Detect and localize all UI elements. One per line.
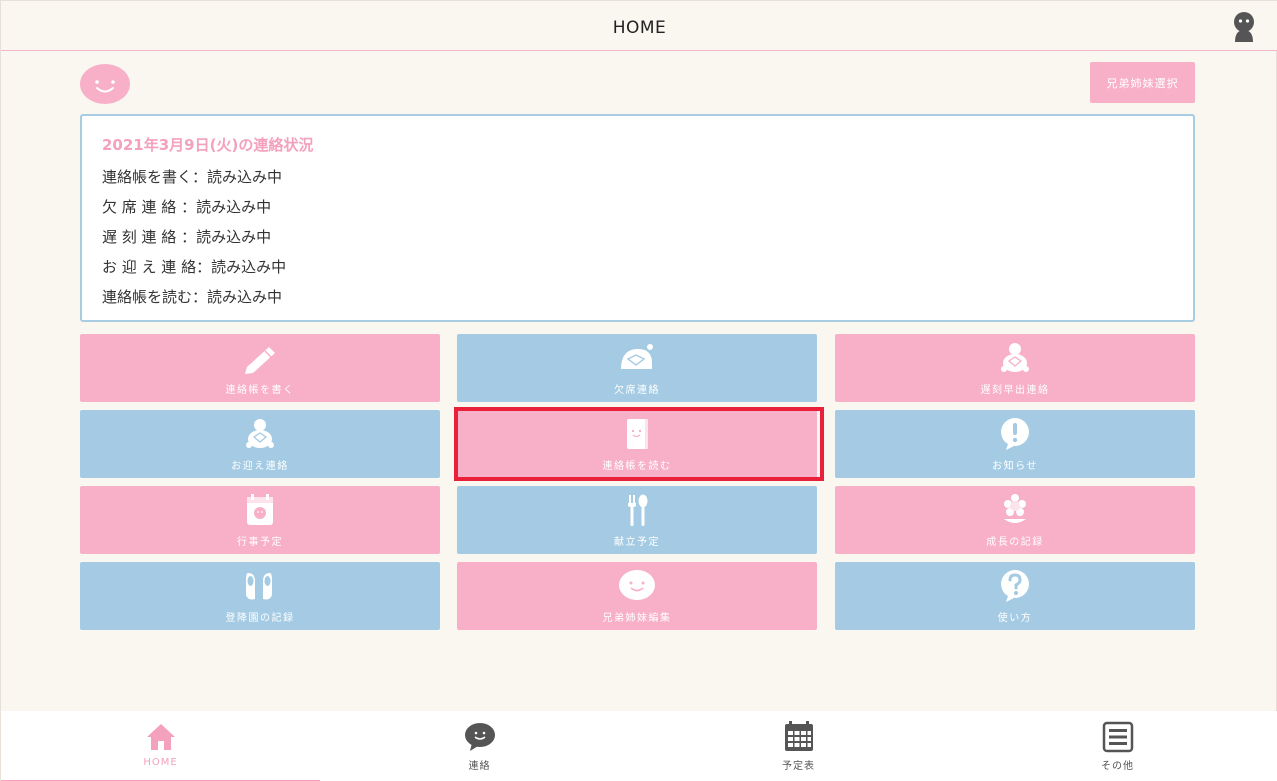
tab-schedule[interactable]: 予定表 <box>639 711 958 781</box>
status-title: 2021年3月9日(火)の連絡状況 <box>102 136 314 154</box>
tile-sibling-edit[interactable]: 兄弟姉妹編集 <box>457 562 817 630</box>
tile-events[interactable]: 行事予定 <box>80 486 440 554</box>
tab-label: その他 <box>1101 761 1134 772</box>
tab-label: 連絡 <box>468 761 491 772</box>
tab-home[interactable]: HOME <box>1 711 320 781</box>
header-bar: HOME <box>1 1 1277 51</box>
list-menu-icon <box>1102 721 1133 753</box>
account-button[interactable] <box>1230 10 1258 42</box>
tile-label: 連絡帳を読む <box>602 461 672 472</box>
tile-pickup[interactable]: お迎え連絡 <box>80 410 440 478</box>
status-row-pickup: お 迎 え 連 絡：読み込み中 <box>102 258 287 276</box>
tile-label: 成長の記録 <box>986 537 1044 548</box>
status-row-late: 遅 刻 連 絡 ：読み込み中 <box>102 228 272 246</box>
status-row-absence: 欠 席 連 絡 ：読み込み中 <box>102 198 272 216</box>
sibling-select-button[interactable]: 兄弟姉妹選択 <box>1090 62 1195 103</box>
notebook-icon <box>627 419 648 449</box>
shoes-icon <box>246 573 272 600</box>
tile-label: お知らせ <box>992 461 1038 472</box>
user-silhouette-icon <box>1234 12 1254 42</box>
home-icon <box>146 724 175 750</box>
tab-contact[interactable]: 連絡 <box>320 711 639 781</box>
smiley-face-icon <box>80 64 130 104</box>
exclamation-icon <box>1001 418 1029 450</box>
tile-read-notebook[interactable]: 連絡帳を読む <box>457 410 817 478</box>
tile-label: 欠席連絡 <box>614 385 660 396</box>
turtle-shell-icon <box>621 344 653 369</box>
tile-write-notebook[interactable]: 連絡帳を書く <box>80 334 440 402</box>
pencil-icon <box>245 347 275 374</box>
tile-how-to-use[interactable]: 使い方 <box>835 562 1195 630</box>
tab-other[interactable]: その他 <box>958 711 1277 781</box>
calendar-icon <box>247 494 273 525</box>
tile-label: 使い方 <box>997 613 1033 624</box>
tile-label: お迎え連絡 <box>231 461 289 472</box>
tile-late-early[interactable]: 遅刻早出連絡 <box>835 334 1195 402</box>
status-row-write: 連絡帳を書く：読み込み中 <box>102 168 283 186</box>
tab-label: 予定表 <box>782 761 815 772</box>
chat-bubble-icon <box>464 723 495 751</box>
tile-growth-record[interactable]: 成長の記録 <box>835 486 1195 554</box>
turtle-icon <box>1001 343 1029 372</box>
tile-label: 登降園の記録 <box>225 613 295 624</box>
calendar-grid-icon <box>784 721 813 751</box>
app-window: HOME 兄弟姉妹選択 2021年3月9日(火)の連絡状況 連絡帳を書く：読み込… <box>0 0 1277 781</box>
page-title: HOME <box>612 18 667 38</box>
tile-label: 行事予定 <box>237 537 283 548</box>
tile-attendance-record[interactable]: 登降園の記録 <box>80 562 440 630</box>
tile-absence[interactable]: 欠席連絡 <box>457 334 817 402</box>
tile-menu-plan[interactable]: 献立予定 <box>457 486 817 554</box>
bottom-tab-bar: HOME 連絡 予定表 その他 <box>1 711 1277 781</box>
smiley-face-icon <box>619 570 655 600</box>
tile-label: 献立予定 <box>614 537 660 548</box>
status-panel: 2021年3月9日(火)の連絡状況 連絡帳を書く：読み込み中 欠 席 連 絡 ：… <box>80 114 1195 322</box>
tile-label: 遅刻早出連絡 <box>980 385 1050 396</box>
question-icon <box>1001 570 1029 602</box>
tile-label: 兄弟姉妹編集 <box>602 613 672 624</box>
tile-label: 連絡帳を書く <box>225 385 295 396</box>
tile-notice[interactable]: お知らせ <box>835 410 1195 478</box>
flower-icon <box>1004 494 1026 523</box>
fork-spoon-icon <box>628 494 648 526</box>
status-row-read: 連絡帳を読む：読み込み中 <box>102 288 283 306</box>
tab-label: HOME <box>143 757 178 768</box>
turtle-icon <box>246 419 274 448</box>
